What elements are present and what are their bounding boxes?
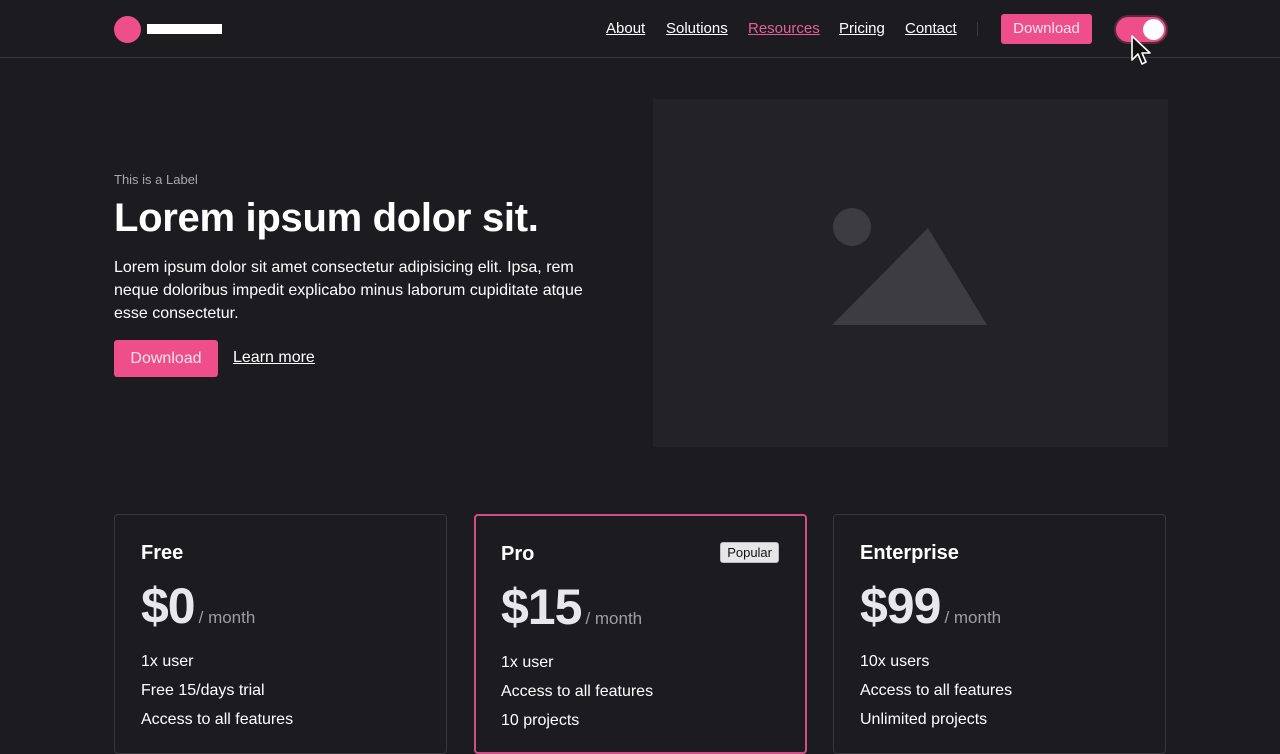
feature-item: Access to all features <box>860 682 1013 699</box>
image-placeholder-icon <box>832 208 987 325</box>
hero-label: This is a Label <box>114 172 198 187</box>
mouse-cursor-icon <box>1131 35 1151 65</box>
price-period: / month <box>198 608 256 627</box>
nav-link-pricing[interactable]: Pricing <box>839 20 885 38</box>
feature-item: 10x users <box>860 653 930 670</box>
nav-link-contact[interactable]: Contact <box>905 20 957 38</box>
pricing-card-pro: Pro Popular $15/ month 1x user Access to… <box>474 514 807 754</box>
feature-list: 1x user Access to all features 10 projec… <box>501 648 653 735</box>
feature-item: 1x user <box>141 653 194 670</box>
price-amount: $0 <box>141 578 196 634</box>
nav-link-solutions[interactable]: Solutions <box>666 20 728 38</box>
plan-price: $15/ month <box>501 578 642 636</box>
sun-shape <box>833 208 871 246</box>
price-amount: $15 <box>501 579 582 635</box>
learn-more-link[interactable]: Learn more <box>233 349 315 367</box>
price-period: / month <box>944 608 1002 627</box>
hero-description: Lorem ipsum dolor sit amet consectetur a… <box>114 259 583 322</box>
feature-list: 10x users Access to all features Unlimit… <box>860 647 1012 734</box>
feature-list: 1x user Free 15/days trial Access to all… <box>141 647 293 734</box>
nav-divider <box>977 22 978 36</box>
pricing-card-free: Free $0/ month 1x user Free 15/days tria… <box>114 514 447 754</box>
plan-price: $99/ month <box>860 577 1001 635</box>
hero-title: Lorem ipsum dolor sit. <box>114 196 539 240</box>
hero-image-placeholder <box>653 99 1168 447</box>
nav-link-resources[interactable]: Resources <box>748 20 820 38</box>
price-amount: $99 <box>860 578 941 634</box>
nav-link-about[interactable]: About <box>606 20 645 38</box>
hero-download-button[interactable]: Download <box>114 340 218 377</box>
plan-name: Free <box>141 542 184 564</box>
header-download-button[interactable]: Download <box>1001 14 1092 44</box>
feature-item: 10 projects <box>501 712 580 729</box>
price-period: / month <box>585 609 643 628</box>
site-header: About Solutions Resources Pricing Contac… <box>0 0 1280 65</box>
logo-icon[interactable] <box>114 16 141 43</box>
plan-name: Enterprise <box>860 542 959 564</box>
pricing-card-enterprise: Enterprise $99/ month 10x users Access t… <box>833 514 1166 754</box>
plan-name: Pro <box>501 543 535 565</box>
feature-item: 1x user <box>501 654 554 671</box>
plan-price: $0/ month <box>141 577 255 635</box>
feature-item: Free 15/days trial <box>141 682 265 699</box>
popular-badge: Popular <box>720 542 779 563</box>
feature-item: Access to all features <box>501 683 654 700</box>
logo-wordmark[interactable] <box>147 24 222 34</box>
